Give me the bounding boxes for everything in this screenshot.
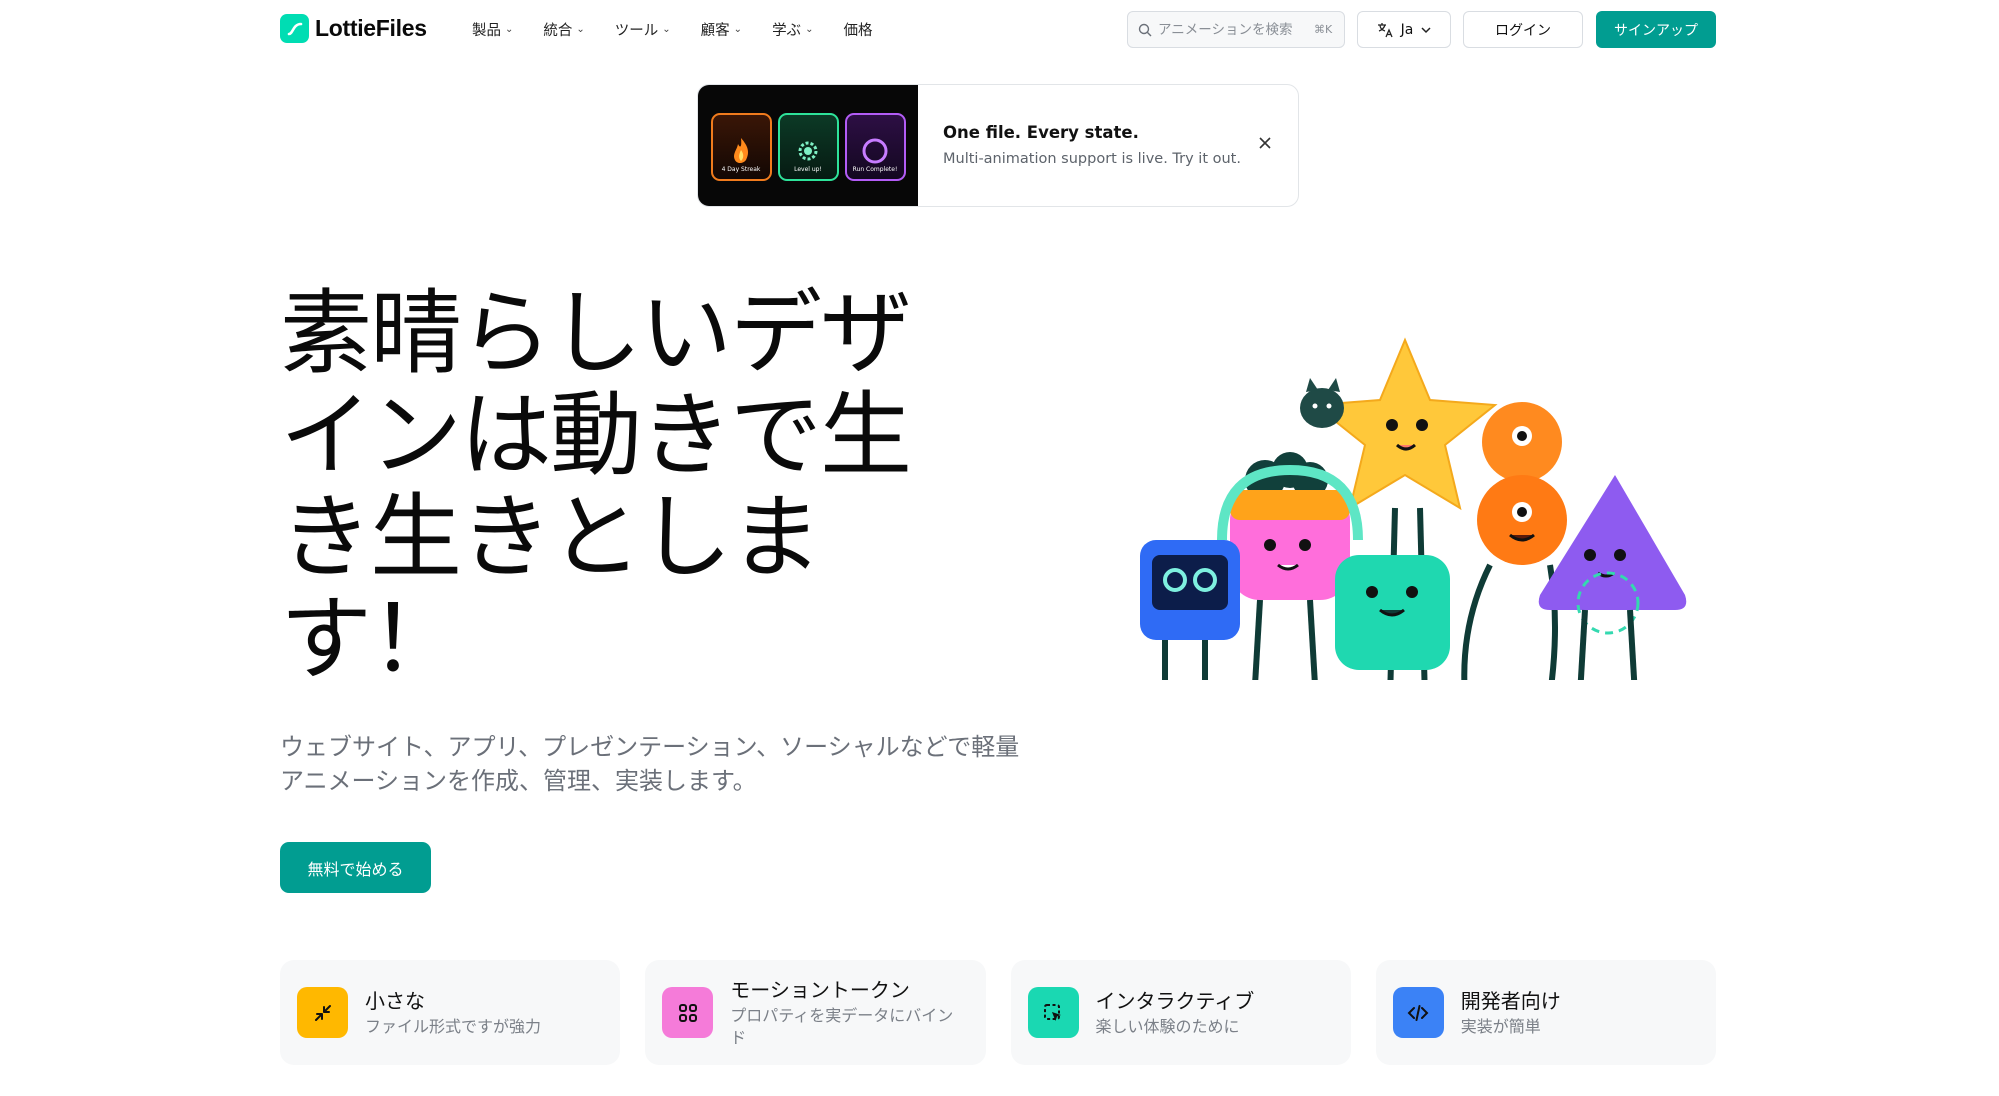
nav-label: 顧客 xyxy=(700,23,730,39)
nav-item-pricing[interactable]: 価格 xyxy=(843,19,872,40)
feature-cards: 小さな ファイル形式ですが強力 モーショントークン プロパティを実データにバイン… xyxy=(280,960,1716,1065)
chevron-down-icon: ⌄ xyxy=(662,24,671,35)
progress-ring-icon xyxy=(862,138,888,163)
cat-character xyxy=(1300,378,1344,428)
login-button[interactable]: ログイン xyxy=(1463,11,1583,48)
feature-subtitle: プロパティを実データにバインド xyxy=(730,1005,954,1047)
chevron-down-icon: ⌄ xyxy=(733,24,743,35)
signup-button[interactable]: サインアップ xyxy=(1596,11,1716,48)
code-icon xyxy=(1392,987,1444,1038)
feature-title: インタラクティブ xyxy=(1095,988,1255,1013)
banner-title: One file. Every state. xyxy=(943,123,1139,142)
pointer-select-icon xyxy=(1027,987,1079,1038)
fire-icon xyxy=(734,137,749,163)
feature-subtitle: ファイル形式ですが強力 xyxy=(365,1016,542,1036)
feature-subtitle: 楽しい体験のために xyxy=(1095,1016,1240,1036)
nav-label: 製品 xyxy=(472,23,501,39)
level-up-tile: Level up! xyxy=(777,112,839,181)
streak-tile: 4 Day Streak xyxy=(710,112,772,181)
main-nav: 製品 ⌄ 統合 ⌄ ツール ⌄ 顧客 ⌄ 学ぶ ⌄ 価格 xyxy=(472,19,902,40)
robot-character xyxy=(1140,540,1240,680)
green-square-character xyxy=(1335,555,1450,670)
tile-label: Level up! xyxy=(794,165,822,173)
feature-card-interactive: インタラクティブ 楽しい体験のために xyxy=(1010,960,1351,1065)
search-box[interactable]: ⌘K xyxy=(1127,11,1345,48)
chevron-down-icon: ⌄ xyxy=(505,24,514,35)
feature-subtitle: 実装が簡単 xyxy=(1460,1016,1541,1036)
run-complete-tile: Run Complete! xyxy=(844,112,906,181)
chevron-down-icon: ⌄ xyxy=(576,24,585,35)
nav-label: 統合 xyxy=(543,23,573,39)
tile-label: 4 Day Streak xyxy=(721,165,761,173)
nav-item-tools[interactable]: ツール ⌄ xyxy=(615,19,671,40)
search-input[interactable] xyxy=(1158,21,1308,38)
feature-title: 開発者向け xyxy=(1460,988,1561,1013)
language-label: Ja xyxy=(1400,21,1414,38)
banner-image: 4 Day Streak Level up! Run Complete! xyxy=(698,85,918,206)
nav-item-learn[interactable]: 学ぶ ⌄ xyxy=(772,19,813,40)
tile-label: Run Complete! xyxy=(852,165,898,173)
orange-character xyxy=(1461,402,1567,680)
hero-subtitle: ウェブサイト、アプリ、プレゼンテーション、ソーシャルなどで軽量アニメーションを作… xyxy=(280,733,1020,795)
close-icon[interactable] xyxy=(1257,135,1273,151)
get-started-button[interactable]: 無料で始める xyxy=(280,842,431,893)
logo-mark-icon xyxy=(280,14,309,43)
hero-illustration xyxy=(1140,337,1687,680)
grid-icon xyxy=(662,987,714,1038)
search-icon xyxy=(1138,23,1152,36)
feature-title: モーショントークン xyxy=(730,977,910,1002)
search-shortcut: ⌘K xyxy=(1314,23,1333,36)
banner-subtitle: Multi-animation support is live. Try it … xyxy=(943,151,1241,167)
feature-title: 小さな xyxy=(365,988,425,1013)
chevron-down-icon xyxy=(1421,26,1431,33)
feature-card-developers: 開発者向け 実装が簡単 xyxy=(1375,960,1716,1065)
nav-label: 学ぶ xyxy=(772,23,802,39)
top-navigation: LottieFiles 製品⌄ 統合⌄ ツール⌄ 顧客⌄ 学ぶ⌄ 価格 ⌘K J… xyxy=(0,0,1999,58)
feature-card-motion-tokens: モーショントークン プロパティを実データにバインド xyxy=(645,960,986,1065)
chevron-down-icon: ⌄ xyxy=(805,24,814,35)
feature-card-small: 小さな ファイル形式ですが強力 xyxy=(280,960,621,1065)
lottiefiles-logo[interactable]: LottieFiles xyxy=(280,14,427,43)
nav-item-products[interactable]: 製品 ⌄ xyxy=(472,19,513,40)
nav-label: ツール xyxy=(614,23,659,39)
language-selector[interactable]: Ja xyxy=(1357,11,1451,48)
nav-item-integrations[interactable]: 統合 ⌄ xyxy=(543,19,584,40)
compress-icon xyxy=(297,987,348,1038)
banner-text: One file. Every state. Multi-animation s… xyxy=(918,85,1298,206)
announcement-banner: 4 Day Streak Level up! Run Complete! One… xyxy=(697,84,1299,207)
translate-icon xyxy=(1377,22,1393,37)
nav-label: 価格 xyxy=(843,23,873,39)
gear-icon xyxy=(798,141,818,160)
hero-title: 素晴らしいデザインは動きで生き生きとします！ xyxy=(280,280,912,693)
nav-item-customers[interactable]: 顧客 ⌄ xyxy=(701,19,742,40)
logo-text: LottieFiles xyxy=(315,15,427,41)
